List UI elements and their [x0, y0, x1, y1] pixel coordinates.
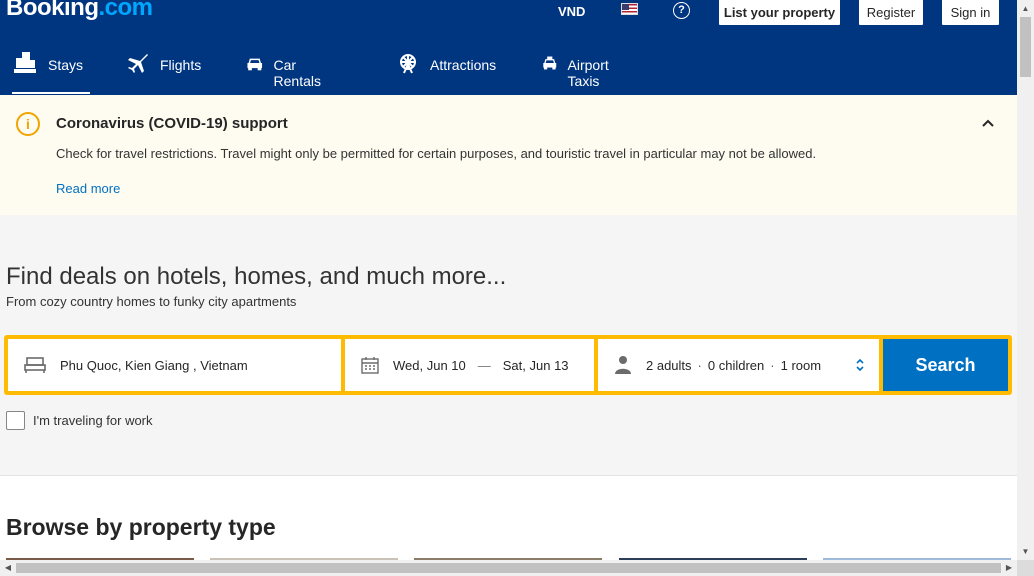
covid-banner: i Coronavirus (COVID-19) support Check f…: [0, 95, 1017, 215]
scroll-down-arrow-icon[interactable]: ▼: [1017, 543, 1034, 560]
nav-label: Attractions: [430, 57, 497, 73]
read-more-link[interactable]: Read more: [56, 181, 120, 196]
search-button[interactable]: Search: [883, 339, 1008, 391]
date-range-field[interactable]: Wed, Jun 10 — Sat, Jun 13: [345, 339, 594, 391]
plane-icon: [128, 54, 148, 73]
site-header: Booking.com VND ? List your property Reg…: [0, 0, 1017, 95]
list-property-button[interactable]: List your property: [718, 0, 841, 26]
horizontal-scroll-thumb[interactable]: [16, 563, 1001, 573]
nav-label: Car Rentals: [273, 57, 321, 89]
page-viewport: Booking.com VND ? List your property Reg…: [0, 0, 1017, 560]
children-count: 0 children: [707, 357, 765, 373]
destination-field[interactable]: Phu Quoc, Kien Giang , Vietnam: [8, 339, 341, 391]
separator: ·: [770, 357, 775, 373]
register-button[interactable]: Register: [858, 0, 924, 26]
search-bar: Phu Quoc, Kien Giang , Vietnam Wed, Jun …: [4, 335, 1012, 395]
booking-logo[interactable]: Booking.com: [6, 0, 153, 22]
page-subtitle: From cozy country homes to funky city ap…: [6, 294, 297, 309]
page-title: Find deals on hotels, homes, and much mo…: [6, 263, 507, 290]
person-icon: [614, 355, 632, 375]
nav-tab-flights[interactable]: Flights: [126, 42, 201, 94]
date-separator: —: [477, 357, 491, 373]
bed-building-icon: [14, 52, 36, 73]
work-travel-option[interactable]: I'm traveling for work: [6, 411, 153, 430]
nav-tab-airport-taxis[interactable]: Airport Taxis: [542, 42, 617, 94]
scroll-up-arrow-icon[interactable]: ▲: [1017, 0, 1034, 17]
browse-title: Browse by property type: [6, 514, 276, 540]
guests-field[interactable]: 2 adults · 0 children · 1 room: [598, 339, 879, 391]
work-travel-checkbox[interactable]: [6, 411, 25, 430]
currency-selector[interactable]: VND: [558, 4, 585, 19]
scroll-right-arrow-icon[interactable]: ▶: [1001, 560, 1017, 576]
vertical-scrollbar[interactable]: ▲ ▼: [1017, 0, 1034, 560]
nav-tab-attractions[interactable]: Attractions: [396, 42, 496, 94]
car-icon: [247, 58, 263, 71]
nav-tab-car-rentals[interactable]: Car Rentals: [246, 42, 327, 94]
nav-label: Airport Taxis: [567, 57, 609, 89]
ferris-wheel-icon: [400, 54, 416, 74]
vertical-scroll-thumb[interactable]: [1020, 17, 1031, 77]
help-icon[interactable]: ?: [673, 2, 690, 19]
bed-icon: [24, 356, 46, 374]
taxi-icon: [543, 56, 557, 70]
nav-label: Flights: [160, 57, 202, 73]
checkin-date[interactable]: Wed, Jun 10: [393, 358, 466, 373]
adults-count: 2 adults: [646, 357, 692, 373]
browse-section: Browse by property type: [0, 475, 1017, 560]
scrollbar-corner: [1017, 560, 1034, 576]
destination-value: Phu Quoc, Kien Giang , Vietnam: [60, 357, 248, 373]
info-warning-icon: i: [16, 112, 40, 136]
nav-label: Stays: [48, 57, 84, 73]
horizontal-scrollbar[interactable]: ◀ ▶: [0, 560, 1017, 576]
nav-tab-stays[interactable]: Stays: [12, 42, 90, 94]
scroll-left-arrow-icon[interactable]: ◀: [0, 560, 16, 576]
us-flag-icon[interactable]: [621, 3, 638, 15]
separator: ·: [697, 357, 702, 373]
calendar-icon: [361, 356, 379, 374]
work-travel-label: I'm traveling for work: [33, 413, 153, 428]
checkout-date[interactable]: Sat, Jun 13: [503, 358, 569, 373]
sign-in-button[interactable]: Sign in: [941, 0, 1000, 26]
banner-text: Check for travel restrictions. Travel mi…: [56, 146, 817, 161]
chevron-up-down-icon[interactable]: [855, 358, 865, 372]
chevron-up-icon[interactable]: [980, 115, 996, 131]
rooms-count: 1 room: [780, 357, 822, 373]
banner-title: Coronavirus (COVID-19) support: [56, 115, 288, 132]
